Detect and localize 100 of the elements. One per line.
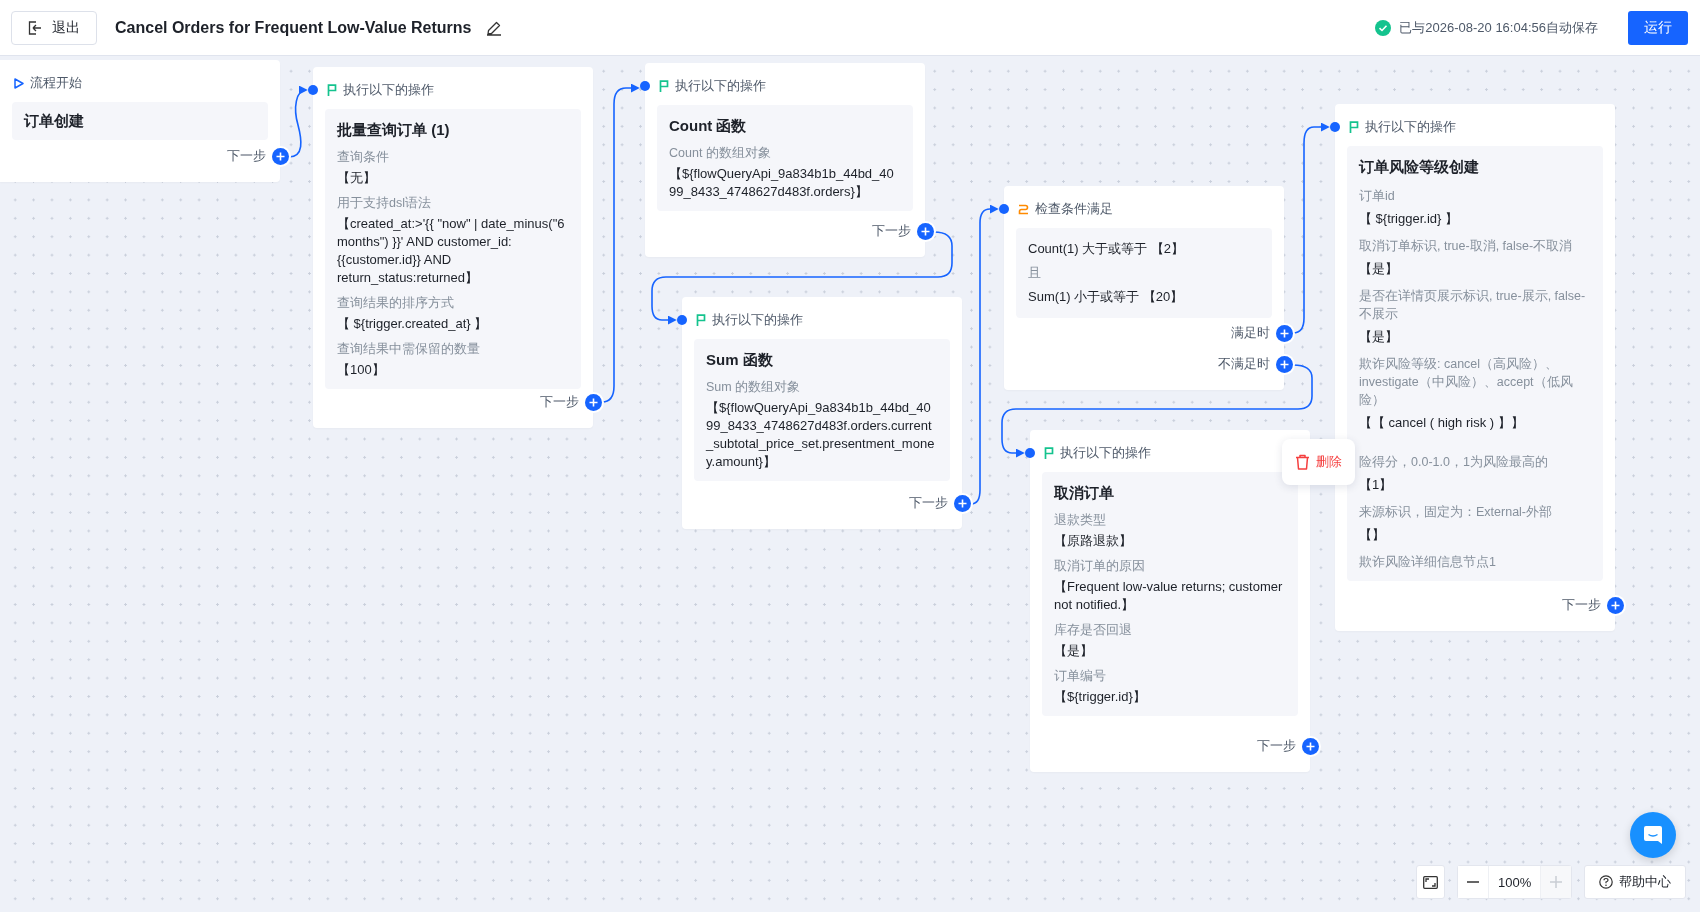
add-step-button[interactable] — [1302, 738, 1319, 755]
output-label: 不满足时 — [1218, 356, 1270, 373]
input-port[interactable] — [999, 204, 1009, 214]
node-header-label: 检查条件满足 — [1035, 200, 1113, 218]
condition-rule: Sum(1) 小于或等于 【20】 — [1028, 288, 1185, 306]
field-label: 用于支持dsl语法 — [337, 195, 432, 212]
field-value: 【1】 — [1359, 476, 1394, 494]
node-title: 批量查询订单 (1) — [337, 120, 451, 140]
run-button[interactable]: 运行 — [1628, 10, 1688, 45]
input-port[interactable] — [677, 315, 687, 325]
output-label: 下一步 — [1257, 738, 1296, 755]
pencil-icon[interactable] — [485, 19, 502, 36]
field-value: 【${flowQueryApi_9a834b1b_44bd_4099_8433_4748627d483f.orders.current_subtotal_price_set.presentment_money.amount}】 — [706, 399, 936, 471]
add-step-button[interactable] — [585, 394, 602, 411]
field-value: 【 ${trigger.created_at} 】 — [337, 315, 489, 333]
field-label: 是否在详情页展示标识, true-展示, false-不展示 — [1359, 288, 1587, 323]
field-value: 【【 cancel ( high risk ) 】】 — [1359, 414, 1525, 432]
plus-icon — [921, 227, 930, 236]
add-step-button[interactable] — [1276, 325, 1293, 342]
node-title: Count 函数 — [669, 116, 748, 136]
branch-icon — [1018, 203, 1029, 215]
plus-icon — [958, 499, 967, 508]
output-label: 下一步 — [872, 223, 911, 240]
plus-icon — [1280, 360, 1289, 369]
field-value: 【${flowQueryApi_9a834b1b_44bd_4099_8433_4748627d483f.orders}】 — [669, 165, 895, 201]
field-value: 【是】 — [1359, 328, 1399, 346]
field-label: 欺诈风险等级: cancel（高风险）、investigate（中风险）、accept（低风险） — [1359, 356, 1574, 409]
plus-icon — [1280, 329, 1289, 338]
node-card[interactable]: 流程开始 订单创建 下一步 — [0, 60, 280, 182]
minus-icon — [1467, 881, 1479, 883]
node-header-label: 执行以下的操作 — [1365, 118, 1456, 136]
play-icon — [14, 77, 24, 89]
field-label: 取消订单的原因 — [1054, 558, 1146, 575]
node-title: Sum 函数 — [706, 350, 774, 370]
flow-title: Cancel Orders for Frequent Low-Value Returns — [115, 18, 472, 37]
plus-icon — [589, 398, 598, 407]
field-value: 【无】 — [337, 169, 377, 187]
output-label: 下一步 — [909, 495, 948, 512]
node-header-label: 执行以下的操作 — [675, 77, 766, 95]
field-value: 【created_at:>'{{ "now" | date_minus("6 months") }}' AND customer_id:{{customer.id}} AND return_status:returned】 — [337, 215, 566, 287]
input-port[interactable] — [640, 81, 650, 91]
node-card[interactable] — [313, 67, 593, 428]
chat-bubble-icon — [1643, 825, 1663, 845]
check-circle-icon — [1375, 19, 1392, 36]
output-label: 下一步 — [227, 148, 266, 165]
condition-joiner: 且 — [1028, 264, 1042, 282]
input-port[interactable] — [308, 85, 318, 95]
field-value: 【是】 — [1359, 260, 1399, 278]
plus-icon — [1550, 876, 1563, 888]
node-card[interactable]: 检查条件满足 Count(1) 大于或等于 【2】 且 Sum(1) 小于或等于 【20】 满足时 不满足时 — [1004, 186, 1284, 390]
field-label: 查询结果中需保留的数量 — [337, 341, 481, 358]
add-step-button[interactable] — [954, 495, 971, 512]
field-label: Sum 的数组对象 — [706, 379, 802, 396]
field-label: 取消订单标识, true-取消, false-不取消 — [1359, 238, 1574, 255]
field-label: 订单id — [1359, 188, 1396, 205]
field-value: 【Frequent low-value returns; customer not notified.】 — [1054, 578, 1284, 614]
autosave-status: 已与2026-08-20 16:04:56自动保存 — [1399, 18, 1598, 37]
exit-button[interactable]: 退出 — [11, 10, 97, 45]
add-step-button[interactable] — [1276, 356, 1293, 373]
field-value: 【${trigger.id}】 — [1054, 688, 1147, 706]
node-title: 订单风险等级创建 — [1359, 157, 1480, 177]
flag-icon — [696, 314, 706, 326]
field-label: 险得分，0.0-1.0，1为风险最高的 — [1359, 454, 1548, 471]
field-label: Count 的数组对象 — [669, 145, 772, 162]
node-card[interactable]: 执行以下的操作 Count 函数 Count 的数组对象 【${flowQueryApi_9a834b1b_44bd_4099_8433_4748627d483f.orders}】 下一步 — [645, 63, 925, 257]
add-step-button[interactable] — [272, 148, 289, 165]
flag-icon — [1044, 447, 1054, 459]
field-label: 欺诈风险详细信息节点1 — [1359, 554, 1497, 571]
field-label: 来源标识，固定为：External-外部 — [1359, 504, 1554, 521]
output-label: 下一步 — [1562, 597, 1601, 614]
field-value: 【是】 — [1054, 642, 1094, 660]
field-label: 查询结果的排序方式 — [337, 295, 455, 312]
node-card[interactable]: 执行以下的操作 取消订单 退款类型 【原路退款】 取消订单的原因 【Frequent low-value returns; customer not notified.】 库存是否回退 【是】 订单编号 【${trigger.id}】 下一步 — [1030, 430, 1310, 772]
field-value: 【原路退款】 — [1054, 532, 1133, 550]
field-value: 【】 — [1359, 526, 1386, 544]
help-center-button[interactable]: 帮助中心 — [1584, 865, 1687, 899]
node-card[interactable]: 执行以下的操作 Sum 函数 Sum 的数组对象 【${flowQueryApi_9a834b1b_44bd_4099_8433_4748627d483f.orders.current_subtotal_price_set.presentment_money.amount}】 下一步 — [682, 297, 962, 529]
field-value: 【 ${trigger.id} 】 — [1359, 210, 1459, 228]
field-value: 【100】 — [337, 361, 386, 379]
fit-view-icon — [1423, 875, 1438, 889]
plus-icon — [276, 152, 285, 161]
flag-icon — [1349, 121, 1359, 133]
chat-button[interactable] — [1630, 812, 1676, 858]
add-step-button[interactable] — [917, 223, 934, 240]
input-port[interactable] — [1025, 448, 1035, 458]
plus-icon — [1611, 601, 1620, 610]
node-header-label: 流程开始 — [30, 74, 82, 92]
node-header-label: 执行以下的操作 — [343, 81, 434, 99]
flag-icon — [659, 80, 669, 92]
field-label: 查询条件 — [337, 149, 390, 166]
exit-icon — [28, 20, 42, 35]
output-label: 满足时 — [1231, 325, 1270, 342]
flag-icon — [327, 84, 337, 96]
node-title: 取消订单 — [1054, 483, 1115, 503]
condition-rule: Count(1) 大于或等于 【2】 — [1028, 240, 1186, 258]
add-step-button[interactable] — [1607, 597, 1624, 614]
input-port[interactable] — [1330, 122, 1340, 132]
fit-view-button[interactable] — [1416, 865, 1445, 899]
node-header-label: 执行以下的操作 — [1060, 444, 1151, 462]
delete-button[interactable]: 删除 — [1282, 439, 1355, 485]
